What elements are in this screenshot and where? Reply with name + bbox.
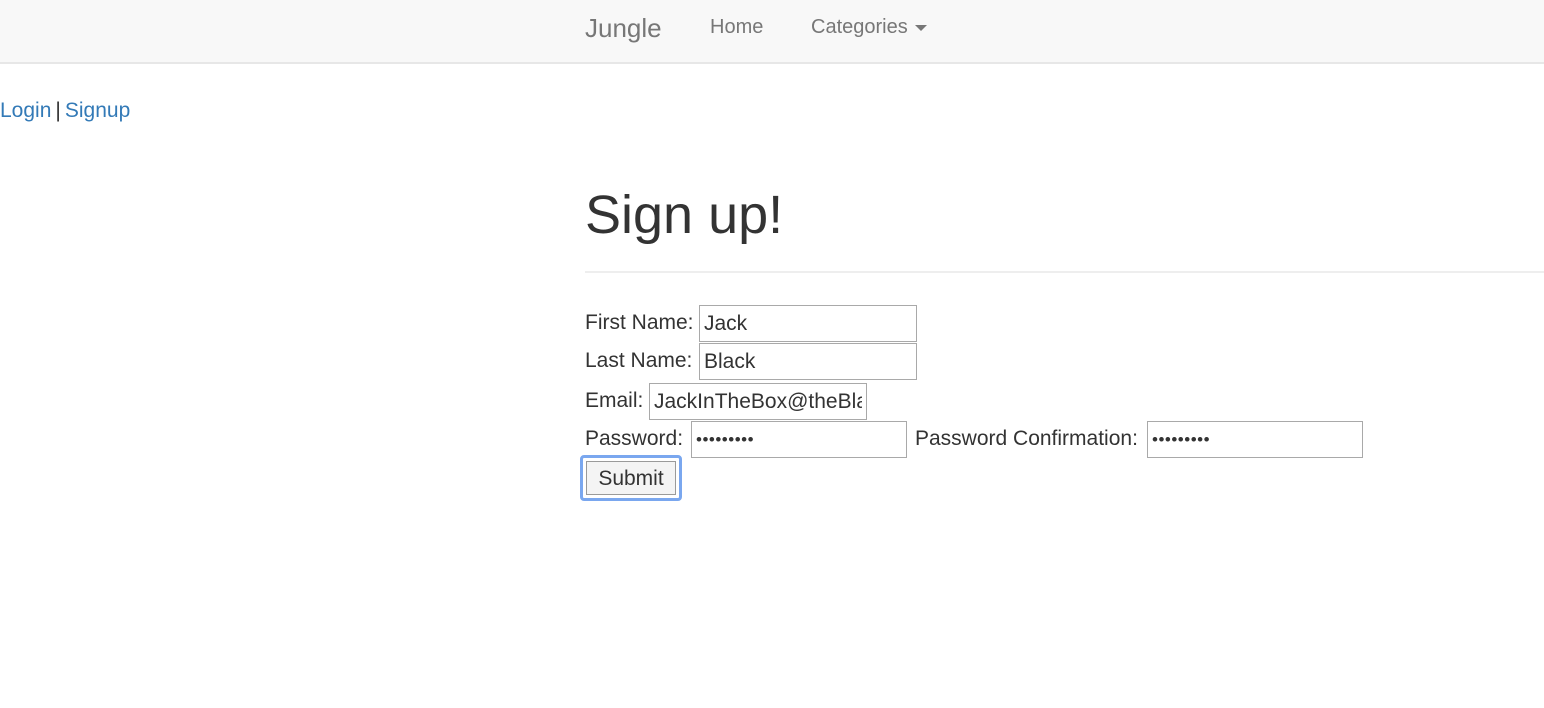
password-label: Password: [585,427,684,450]
nav-home-link[interactable]: Home [710,15,763,39]
email-input[interactable] [649,383,867,420]
submit-button-label: Submit [586,461,676,495]
password-input[interactable] [691,421,907,458]
password-confirmation-label: Password Confirmation: [915,427,1138,450]
submit-button[interactable]: Submit [580,455,682,501]
last-name-label: Last Name: [585,349,693,372]
page-title: Sign up! [585,185,784,245]
password-confirmation-input[interactable] [1147,421,1363,458]
email-label: Email: [585,389,644,412]
first-name-input[interactable] [699,305,917,342]
navbar: Jungle Home Categories [0,0,1544,64]
first-name-label: First Name: [585,311,694,334]
title-divider [585,271,1544,273]
auth-links: Login | Signup [0,98,130,124]
categories-label: Categories [811,16,908,38]
brand-link[interactable]: Jungle [585,13,662,43]
login-link[interactable]: Login [0,99,51,122]
caret-down-icon [914,24,927,31]
nav-categories-dropdown[interactable]: Categories [811,15,927,39]
last-name-input[interactable] [699,343,917,380]
auth-separator: | [55,99,61,122]
signup-link[interactable]: Signup [65,99,130,122]
